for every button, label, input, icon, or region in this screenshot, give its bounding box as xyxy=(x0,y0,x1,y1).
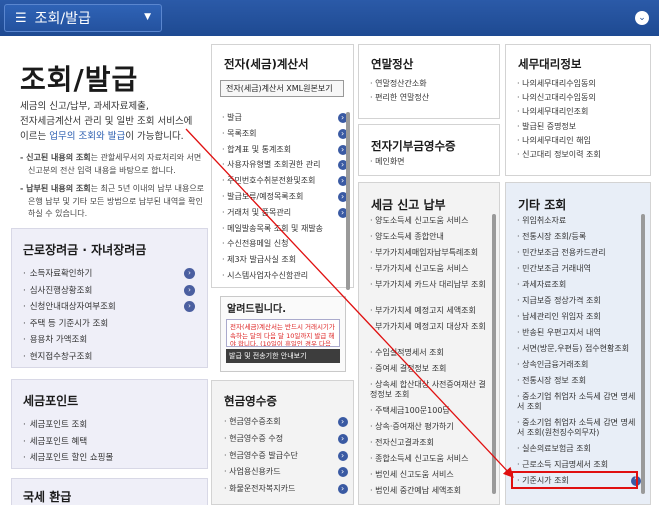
annotation-arrow xyxy=(185,128,514,478)
page: ☰ 조회/발급 ▼ ⌄ 조회/발급 세금의 신고/납부, 과세자료제출, 전자세… xyxy=(0,0,659,505)
